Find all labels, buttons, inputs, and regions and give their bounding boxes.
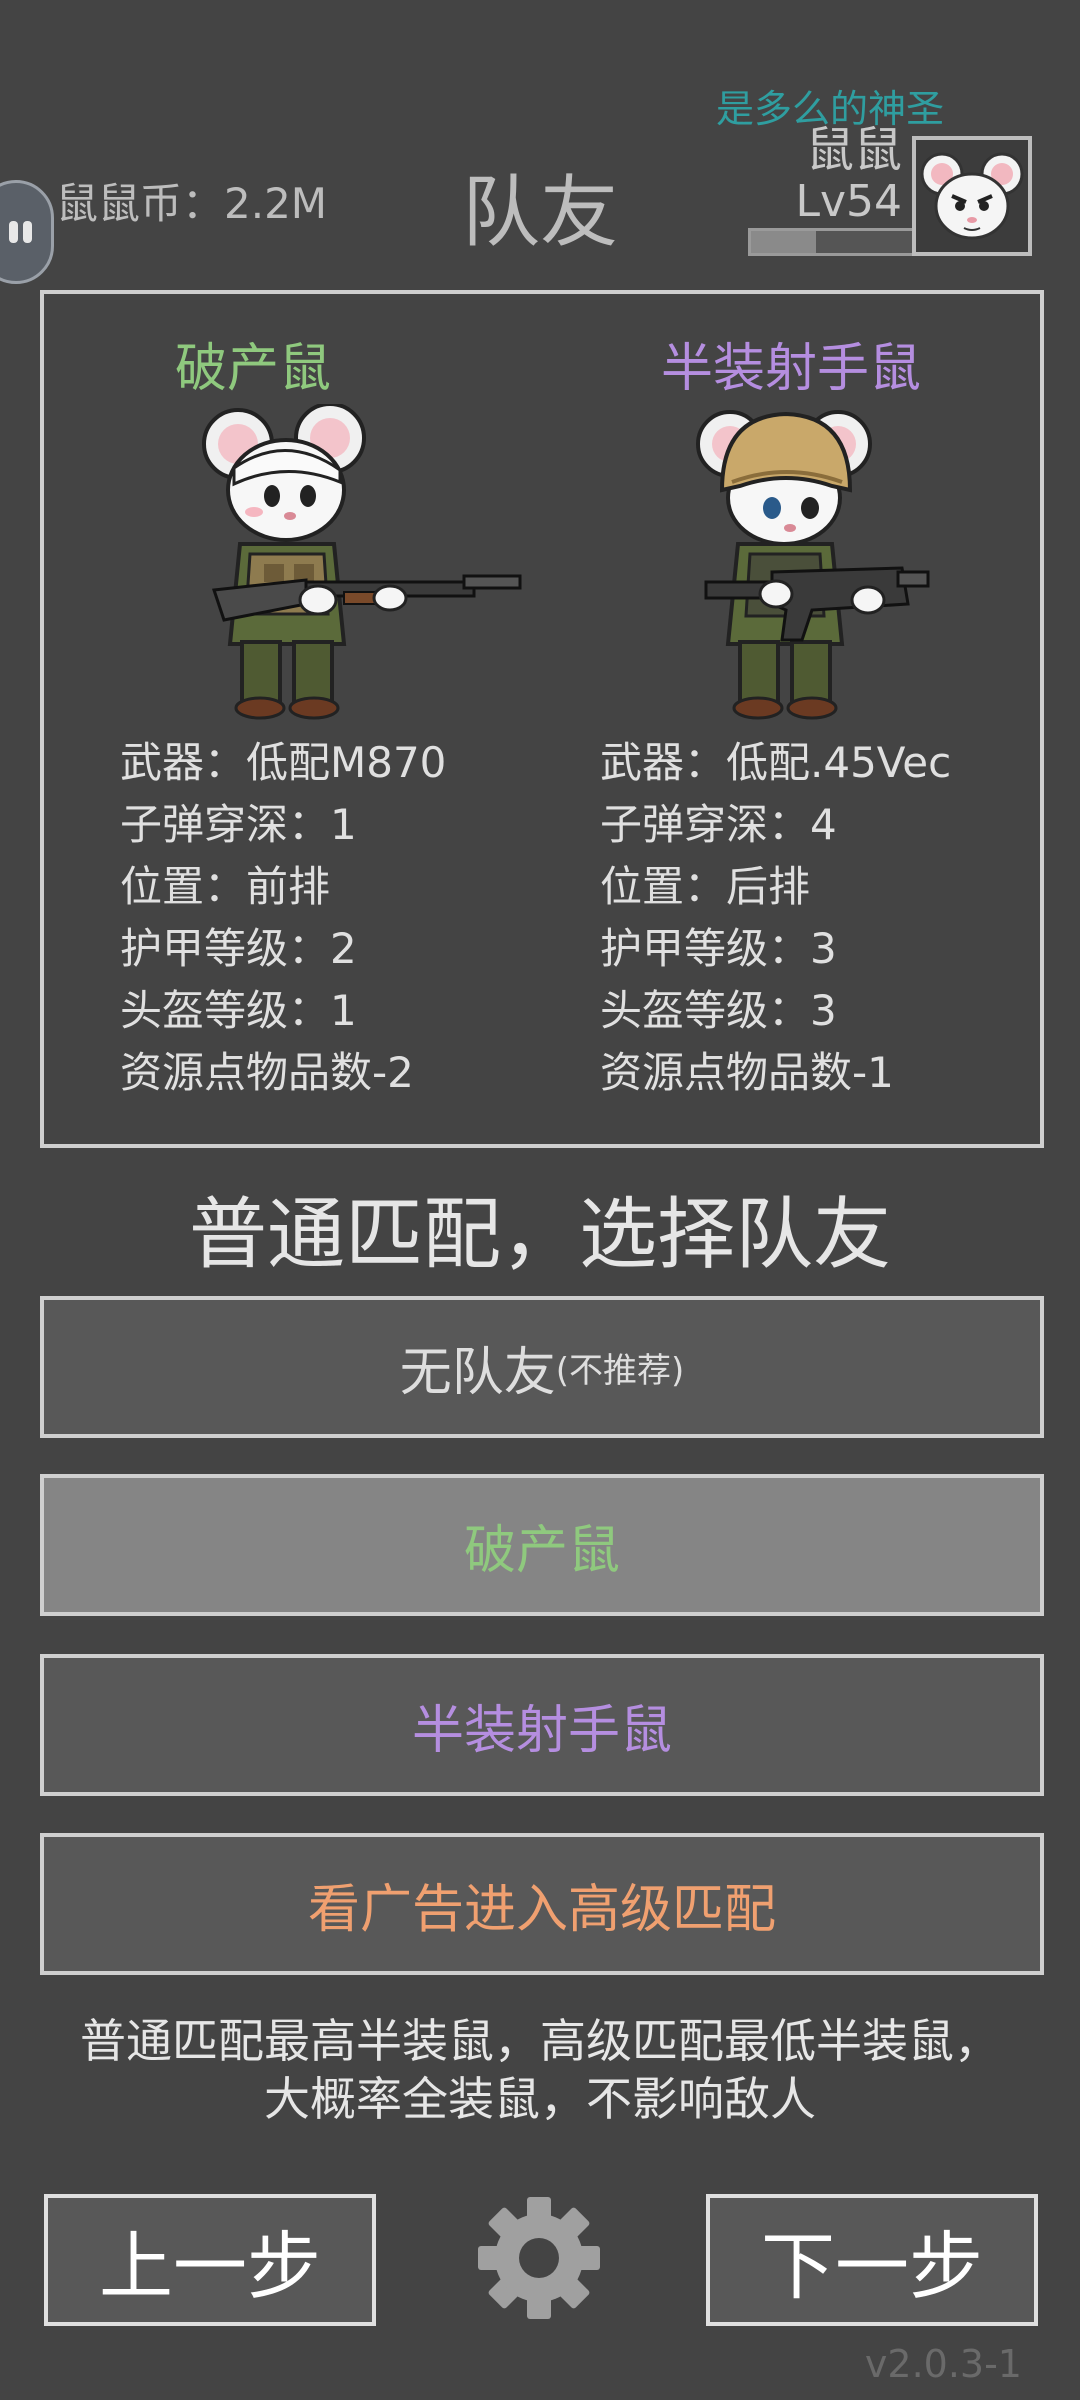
option-label: 破产鼠 [463,1520,620,1581]
player-avatar[interactable] [912,136,1032,256]
teammate-stats: 武器：低配M870 子弹穿深：1 位置：前排 护甲等级：2 头盔等级：1 资源点… [120,732,446,1104]
loot-stat: 资源点物品数-2 [120,1048,414,1097]
loot-stat: 资源点物品数-1 [600,1048,894,1097]
helmet-stat: 头盔等级：1 [120,986,357,1035]
penetration-stat: 子弹穿深：4 [600,800,837,849]
broke-mouse-character-icon [202,404,522,720]
broke-mouse-button[interactable]: 破产鼠 [40,1474,1044,1616]
teammates-panel: 破产鼠 武器：低配M870 子弹穿深：1 位置：前排 护甲等级：2 头盔等级：1… [40,290,1044,1148]
position-stat: 位置：前排 [120,862,331,911]
not-recommended-note: (不推荐) [555,1350,685,1391]
half-gear-shooter-button[interactable]: 半装射手鼠 [40,1654,1044,1796]
watch-ad-advanced-match-button[interactable]: 看广告进入高级匹配 [40,1833,1044,1975]
player-level: Lv54 [795,176,902,227]
xp-progress-bar [748,228,916,256]
armor-stat: 护甲等级：2 [120,924,357,973]
armor-stat: 护甲等级：3 [600,924,837,973]
mouse-avatar-icon [920,152,1024,240]
player-class-label: 鼠鼠 [805,122,902,178]
previous-step-label: 上一步 [99,2223,321,2310]
position-stat: 位置：后排 [600,862,811,911]
option-label: 无队友 [399,1342,556,1403]
weapon-stat: 武器：低配M870 [120,738,447,787]
version-label: v2.0.3-1 [864,2342,1022,2386]
teammate-name: 半装射手鼠 [660,339,921,399]
helmet-stat: 头盔等级：3 [600,986,837,1035]
penetration-stat: 子弹穿深：1 [120,800,357,849]
match-section-title: 普通匹配，选择队友 [188,1190,891,1280]
option-label: 看广告进入高级匹配 [307,1879,776,1940]
option-label: 半装射手鼠 [411,1700,672,1761]
next-step-label: 下一步 [761,2223,983,2310]
teammate-select-screen: 鼠鼠币：2.2M 队友 是多么的神圣 鼠鼠 Lv54 破产鼠 武器：低配M870… [0,0,1080,2400]
xp-progress-fill [751,231,816,253]
teammate-name: 破产鼠 [174,339,331,399]
previous-step-button[interactable]: 上一步 [44,2194,376,2326]
teammate-card-broke-mouse: 破产鼠 武器：低配M870 子弹穿深：1 位置：前排 护甲等级：2 头盔等级：1… [44,294,542,1144]
teammate-stats: 武器：低配.45Vec 子弹穿深：4 位置：后排 护甲等级：3 头盔等级：3 资… [600,732,951,1104]
next-step-button[interactable]: 下一步 [706,2194,1038,2326]
weapon-stat: 武器：低配.45Vec [600,738,952,787]
shooter-mouse-character-icon [696,410,930,720]
match-info-text: 普通匹配最高半装鼠，高级匹配最低半装鼠，大概率全装鼠，不影响敌人 [80,2014,1000,2126]
no-teammate-button[interactable]: 无队友 (不推荐) [40,1296,1044,1438]
teammate-card-half-gear-shooter: 半装射手鼠 武器：低配.45Vec 子弹穿深：4 位置：后排 护甲等级：3 头盔… [542,294,1040,1144]
gear-icon[interactable] [474,2193,604,2323]
